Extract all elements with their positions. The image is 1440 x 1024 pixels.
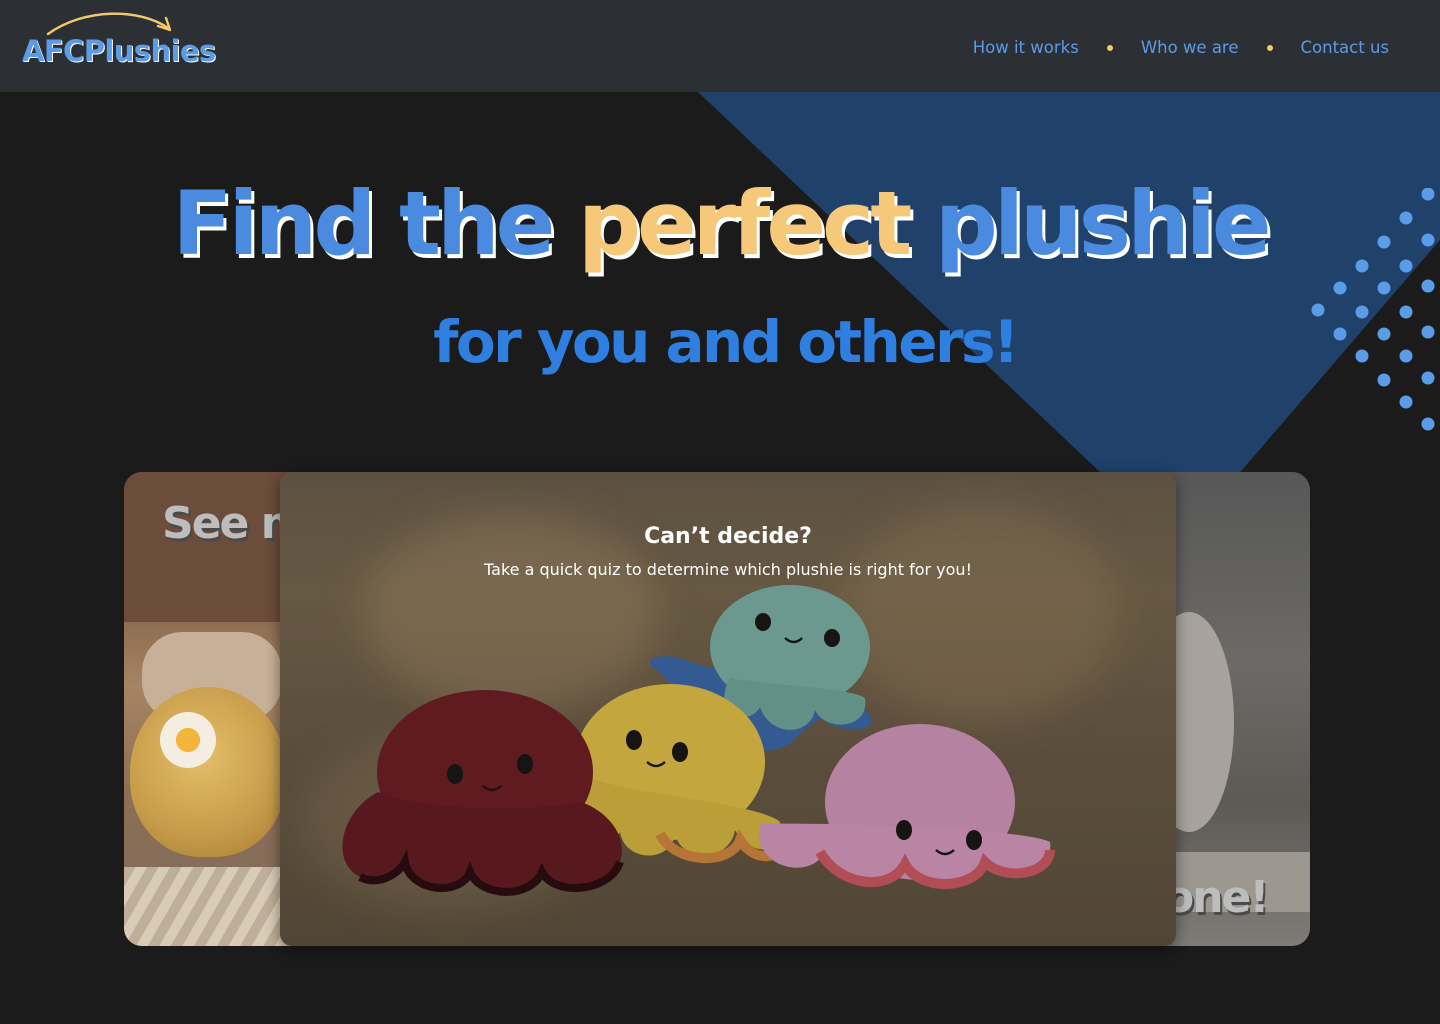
- back-card-rug: [124, 867, 294, 946]
- back-card-toast-plushie: [130, 687, 286, 857]
- back-card-right-title: one!: [1164, 872, 1269, 923]
- headline-part-find-the: Find the: [172, 172, 578, 275]
- nav-how-it-works[interactable]: How it works: [973, 38, 1079, 57]
- hero-headline: Find the perfect plushie: [0, 180, 1440, 268]
- pattern-dot: [1333, 281, 1347, 295]
- hero-subheadline: for you and others!: [433, 308, 1019, 376]
- pattern-dot: [1377, 281, 1391, 295]
- nav-separator-dot: [1106, 44, 1113, 51]
- pattern-dot: [1421, 417, 1435, 431]
- quiz-card-subtitle: Take a quick quiz to determine which plu…: [484, 560, 972, 579]
- nav-who-we-are[interactable]: Who we are: [1141, 38, 1239, 57]
- pattern-dot: [1421, 279, 1435, 293]
- headline-part-plushie: plushie: [908, 172, 1272, 275]
- pattern-dot: [1399, 395, 1413, 409]
- brand-logo[interactable]: AFCPlushies: [22, 34, 216, 68]
- quiz-card[interactable]: Can’t decide? Take a quick quiz to deter…: [280, 472, 1176, 946]
- nav-separator-dot: [1266, 44, 1273, 51]
- quiz-card-title: Can’t decide?: [644, 524, 812, 549]
- headline-accent-perfect: perfect: [577, 172, 912, 275]
- back-card-egg-decoration: [160, 712, 216, 768]
- main-nav: How it works Who we are Contact us: [973, 38, 1389, 57]
- top-navbar: AFCPlushies How it works Who we are Cont…: [0, 0, 1440, 92]
- nav-contact-us[interactable]: Contact us: [1301, 38, 1390, 57]
